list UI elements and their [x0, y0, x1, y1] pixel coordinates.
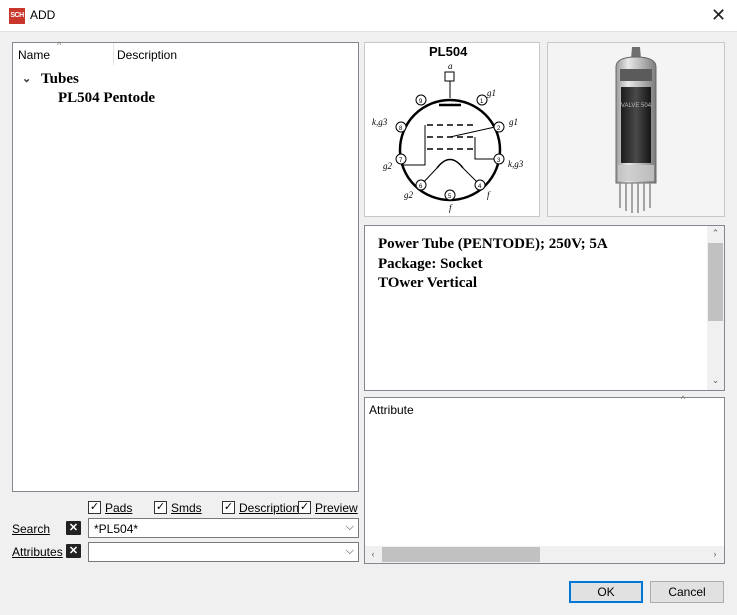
scroll-thumb[interactable]: [382, 547, 540, 562]
tree-node-pl504[interactable]: PL504 Pentode: [58, 90, 155, 107]
description-label: Description: [239, 501, 300, 515]
sort-up-icon: ^: [681, 394, 686, 404]
app-icon: SCH: [9, 8, 25, 24]
clear-attributes-button[interactable]: ✕: [66, 544, 81, 558]
clear-icon: ✕: [68, 522, 79, 534]
scroll-up-icon[interactable]: ⌃: [707, 228, 724, 239]
pin-label: k,g3: [508, 159, 524, 169]
pin-label: f: [487, 190, 491, 200]
pin-label: g1: [487, 88, 496, 98]
schematic-preview: PL504 a 9 1 8 2 7 3 6 4 5 g1 g1 k,g3 k,g…: [364, 42, 540, 217]
description-line: Package: Socket: [378, 256, 483, 272]
pin-label: f: [449, 203, 453, 213]
smds-label: Smds: [171, 501, 202, 515]
tube-schematic-symbol: PL504 a 9 1 8 2 7 3 6 4 5 g1 g1 k,g3 k,g…: [372, 44, 524, 213]
tree-header: ^ Name Description: [13, 40, 358, 65]
scroll-thumb[interactable]: [708, 243, 723, 321]
column-header-name[interactable]: Name: [18, 48, 50, 62]
description-scrollbar[interactable]: ⌃ ⌄: [707, 226, 724, 390]
scroll-right-icon[interactable]: ›: [710, 549, 720, 559]
search-input[interactable]: *PL504*: [94, 522, 138, 536]
pin-label-a: a: [448, 61, 453, 71]
search-label: Search: [12, 522, 51, 536]
search-combo[interactable]: *PL504* ⌵: [88, 518, 359, 538]
package-photo: VALVE 504: [547, 42, 725, 217]
chevron-down-icon[interactable]: ⌄: [22, 72, 34, 85]
chevron-down-icon[interactable]: ⌵: [346, 545, 354, 558]
description-line: TOwer Vertical: [378, 275, 478, 291]
vacuum-tube-image: VALVE 504: [615, 47, 657, 213]
sort-up-icon: ^: [57, 40, 62, 50]
clear-search-button[interactable]: ✕: [66, 521, 81, 535]
description-line: Power Tube (PENTODE); 250V; 5A: [378, 236, 608, 252]
clear-icon: ✕: [68, 545, 79, 557]
pin-label: g1: [509, 117, 518, 127]
close-icon: ✕: [710, 5, 727, 25]
pads-checkbox[interactable]: ✓: [88, 501, 101, 514]
cancel-button[interactable]: Cancel: [650, 581, 724, 603]
tree-node-label: Tubes: [41, 71, 79, 87]
tube-print: VALVE 504: [621, 103, 652, 109]
pads-label: Pads: [105, 501, 133, 515]
chevron-down-icon[interactable]: ⌵: [346, 521, 354, 534]
smds-checkbox[interactable]: ✓: [154, 501, 167, 514]
attribute-panel[interactable]: ^ Attribute ‹ ›: [364, 394, 725, 564]
scroll-down-icon[interactable]: ⌄: [707, 375, 724, 386]
pin-label: g2: [404, 190, 414, 200]
column-header-description[interactable]: Description: [117, 48, 177, 62]
schematic-title: PL504: [429, 44, 468, 59]
preview-label: Preview: [315, 501, 358, 515]
preview-checkbox[interactable]: ✓: [298, 501, 311, 514]
attribute-hscrollbar[interactable]: ‹ ›: [365, 546, 724, 563]
ok-button[interactable]: OK: [569, 581, 643, 603]
library-tree[interactable]: ^ Name Description ⌄ Tubes PL504 Pentode: [12, 40, 359, 492]
description-panel[interactable]: Power Tube (PENTODE); 250V; 5A Package: …: [364, 225, 725, 391]
attribute-column-header[interactable]: Attribute: [369, 403, 414, 417]
description-checkbox[interactable]: ✓: [222, 501, 235, 514]
title-bar: SCH ADD ✕: [0, 0, 737, 32]
attributes-combo[interactable]: ⌵: [88, 542, 359, 562]
pin-label: k,g3: [372, 117, 388, 127]
scroll-left-icon[interactable]: ‹: [368, 549, 378, 559]
close-button[interactable]: ✕: [700, 0, 737, 32]
pin-label: g2: [383, 161, 393, 171]
attributes-label: Attributes: [12, 545, 63, 559]
column-separator[interactable]: [113, 43, 114, 65]
window-title: ADD: [30, 8, 56, 22]
